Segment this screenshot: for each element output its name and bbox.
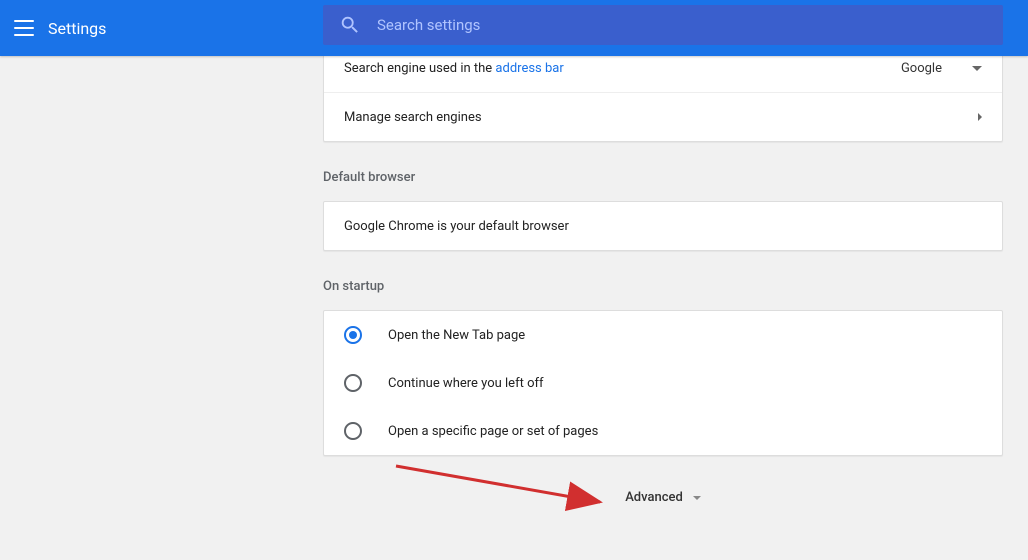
- radio-icon[interactable]: [344, 326, 362, 344]
- search-engine-value: Google: [901, 61, 942, 76]
- address-bar-link[interactable]: address bar: [495, 61, 563, 76]
- on-startup-heading: On startup: [323, 279, 1003, 294]
- search-icon: [339, 14, 361, 36]
- startup-option-specific-pages[interactable]: Open a specific page or set of pages: [324, 407, 1002, 455]
- chevron-down-icon: [972, 66, 982, 71]
- on-startup-card: Open the New Tab page Continue where you…: [323, 310, 1003, 456]
- page-title: Settings: [48, 19, 106, 38]
- radio-icon[interactable]: [344, 422, 362, 440]
- app-header: Settings: [0, 0, 1028, 56]
- search-engine-label: Search engine used in the address bar: [344, 61, 564, 76]
- settings-content: Search engine used in the address bar Go…: [323, 44, 1003, 464]
- startup-option-new-tab[interactable]: Open the New Tab page: [324, 311, 1002, 359]
- default-browser-card: Google Chrome is your default browser: [323, 201, 1003, 251]
- manage-search-engines-row[interactable]: Manage search engines: [324, 93, 1002, 141]
- startup-option-continue[interactable]: Continue where you left off: [324, 359, 1002, 407]
- menu-icon[interactable]: [14, 20, 34, 36]
- chevron-right-icon: [978, 113, 982, 121]
- search-engine-card: Search engine used in the address bar Go…: [323, 44, 1003, 142]
- advanced-toggle[interactable]: Advanced: [323, 490, 1003, 505]
- chevron-down-icon: [693, 496, 701, 500]
- default-browser-heading: Default browser: [323, 170, 1003, 185]
- radio-icon[interactable]: [344, 374, 362, 392]
- default-browser-status-row: Google Chrome is your default browser: [324, 202, 1002, 250]
- search-input[interactable]: [377, 16, 877, 34]
- search-bar[interactable]: [323, 5, 1003, 45]
